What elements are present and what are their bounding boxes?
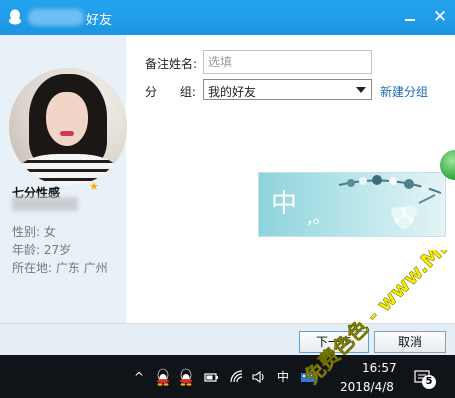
window-title: 好友	[86, 13, 113, 28]
age-text: 年龄: 27岁	[12, 243, 72, 257]
clock-date[interactable]: 2018/4/8	[340, 380, 394, 394]
avatar	[9, 68, 127, 186]
cancel-button[interactable]: 取消	[374, 331, 446, 353]
title-bar[interactable]: 好友 ✕	[0, 0, 455, 35]
group-label: 分 组:	[145, 85, 196, 99]
volume-icon[interactable]	[251, 369, 267, 385]
remark-input[interactable]	[203, 50, 372, 74]
ime-indicator[interactable]: 中	[275, 369, 291, 385]
profile-panel: 七分性感 ★ 性别: 女 年龄: 27岁 所在地: 广东 广州	[0, 35, 127, 323]
group-select-value: 我的好友	[208, 85, 257, 99]
group-select[interactable]: 我的好友	[203, 79, 372, 100]
chevron-down-icon	[356, 87, 366, 93]
redacted-account	[12, 197, 78, 211]
qq-logo-icon	[9, 9, 21, 25]
remark-label: 备注姓名:	[145, 57, 198, 71]
qq-penguin-icon[interactable]	[179, 368, 193, 386]
wifi-icon[interactable]	[229, 369, 245, 385]
chevron-up-icon[interactable]: ^	[131, 369, 147, 385]
notification-count-badge: 5	[422, 375, 436, 389]
close-button[interactable]: ✕	[428, 6, 452, 28]
ad-banner[interactable]: 中 ,。	[258, 172, 446, 237]
location-text: 所在地: 广东 广州	[12, 261, 108, 275]
new-group-link[interactable]: 新建分组	[380, 83, 428, 100]
star-icon: ★	[89, 180, 99, 193]
next-button[interactable]: 下一步	[299, 331, 369, 353]
keyboard-icon[interactable]	[300, 369, 316, 385]
clock-time[interactable]: 16:57	[362, 361, 397, 375]
qq-penguin-icon[interactable]	[156, 368, 170, 386]
gender-text: 性别: 女	[12, 225, 56, 239]
redacted-name	[28, 9, 84, 26]
bracelet-image	[338, 175, 442, 229]
battery-icon[interactable]	[203, 369, 219, 385]
add-friend-dialog: 好友 ✕ 七分性感 ★ 性别: 女 年龄: 27岁 所在地: 广东 广州 备注姓…	[0, 0, 455, 355]
minimize-button[interactable]	[398, 6, 422, 28]
